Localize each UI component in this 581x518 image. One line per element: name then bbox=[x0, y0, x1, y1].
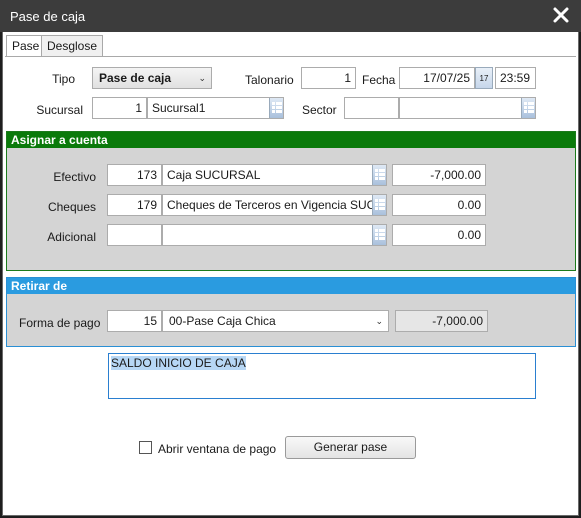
close-icon[interactable] bbox=[551, 5, 571, 25]
list-icon bbox=[524, 102, 534, 113]
talonario-field[interactable]: 1 bbox=[301, 67, 356, 89]
asignar-section-title: Asignar a cuenta bbox=[7, 132, 575, 148]
sector-name-field[interactable] bbox=[399, 97, 536, 119]
title-bar: Pase de caja bbox=[0, 0, 581, 32]
talonario-label: Talonario bbox=[245, 73, 294, 87]
retirar-amount-field: -7,000.00 bbox=[395, 310, 488, 332]
abrir-ventana-label[interactable]: Abrir ventana de pago bbox=[158, 441, 276, 457]
retirar-section-title: Retirar de bbox=[7, 278, 575, 294]
calendar-icon: 17 bbox=[479, 74, 489, 83]
tipo-label: Tipo bbox=[52, 72, 75, 86]
sucursal-code-field[interactable]: 1 bbox=[92, 97, 147, 119]
cheques-label: Cheques bbox=[47, 200, 96, 214]
sucursal-name-value: Sucursal1 bbox=[152, 101, 206, 115]
sucursal-name-field[interactable]: Sucursal1 bbox=[147, 97, 284, 119]
fecha-label: Fecha bbox=[362, 73, 396, 87]
calendar-button[interactable]: 17 bbox=[475, 67, 493, 89]
tab-pase[interactable]: Pase bbox=[6, 35, 46, 57]
sector-lookup-button[interactable] bbox=[521, 98, 535, 118]
chevron-down-icon: ⌄ bbox=[375, 316, 383, 326]
list-icon bbox=[272, 102, 282, 113]
forma-de-pago-label: Forma de pago bbox=[19, 316, 101, 330]
cheques-amount-field[interactable]: 0.00 bbox=[392, 194, 486, 216]
forma-de-pago-select[interactable]: 00-Pase Caja Chica ⌄ bbox=[162, 310, 389, 332]
efectivo-account-value: Caja SUCURSAL bbox=[167, 168, 261, 182]
tab-desglose[interactable]: Desglose bbox=[41, 35, 104, 56]
efectivo-amount-field[interactable]: -7,000.00 bbox=[392, 164, 486, 186]
sucursal-label: Sucursal bbox=[36, 103, 83, 117]
sucursal-lookup-button[interactable] bbox=[269, 98, 283, 118]
adicional-account-field[interactable] bbox=[162, 224, 387, 246]
efectivo-account-field[interactable]: Caja SUCURSAL bbox=[162, 164, 387, 186]
sector-label: Sector bbox=[302, 103, 337, 117]
cheques-account-field[interactable]: Cheques de Terceros en Vigencia SUCU bbox=[162, 194, 387, 216]
list-icon bbox=[375, 229, 385, 240]
forma-de-pago-value: 00-Pase Caja Chica bbox=[169, 314, 276, 328]
tipo-select-value: Pase de caja bbox=[99, 71, 172, 85]
sector-code-field[interactable] bbox=[344, 97, 399, 119]
adicional-amount-field[interactable]: 0.00 bbox=[392, 224, 486, 246]
list-icon bbox=[375, 199, 385, 210]
hora-field[interactable]: 23:59 bbox=[495, 67, 536, 89]
chevron-down-icon: ⌄ bbox=[198, 73, 206, 83]
cheques-code-field[interactable]: 179 bbox=[107, 194, 162, 216]
cheques-lookup-button[interactable] bbox=[372, 195, 386, 215]
generar-pase-button[interactable]: Generar pase bbox=[285, 436, 416, 459]
cheques-account-value: Cheques de Terceros en Vigencia SUCU bbox=[167, 198, 385, 212]
efectivo-code-field[interactable]: 173 bbox=[107, 164, 162, 186]
abrir-ventana-checkbox[interactable] bbox=[139, 441, 152, 454]
tab-divider bbox=[5, 56, 576, 57]
forma-de-pago-code-field[interactable]: 15 bbox=[107, 310, 162, 332]
tipo-select[interactable]: Pase de caja ⌄ bbox=[92, 67, 212, 89]
window-title: Pase de caja bbox=[10, 9, 86, 24]
efectivo-label: Efectivo bbox=[53, 170, 96, 184]
adicional-lookup-button[interactable] bbox=[372, 225, 386, 245]
adicional-code-field[interactable] bbox=[107, 224, 162, 246]
fecha-field[interactable]: 17/07/25 bbox=[399, 67, 475, 89]
adicional-label: Adicional bbox=[47, 230, 96, 244]
list-icon bbox=[375, 169, 385, 180]
efectivo-lookup-button[interactable] bbox=[372, 165, 386, 185]
observaciones-text: SALDO INICIO DE CAJA bbox=[111, 356, 246, 370]
observaciones-textarea[interactable]: SALDO INICIO DE CAJA bbox=[108, 353, 536, 399]
